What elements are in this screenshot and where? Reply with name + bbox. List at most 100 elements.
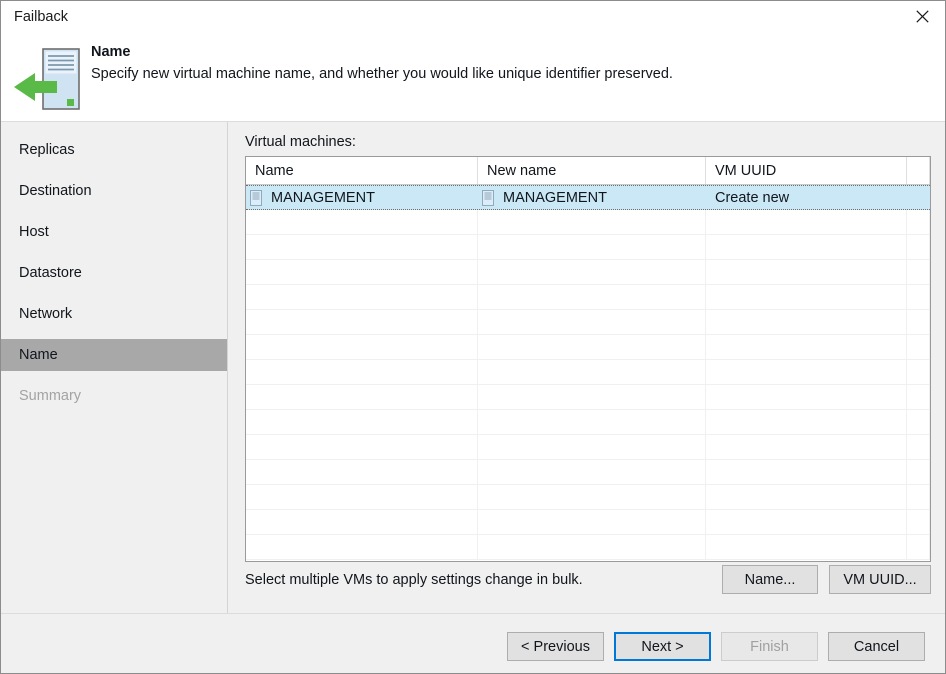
sidebar-item-label: Name [19, 347, 58, 363]
cell-empty [706, 385, 907, 409]
sidebar-item-host[interactable]: Host [1, 216, 227, 248]
sidebar-item-label: Host [19, 224, 49, 240]
cell-empty [246, 235, 478, 259]
page-subtitle: Specify new virtual machine name, and wh… [91, 66, 673, 82]
column-header-new-name[interactable]: New name [478, 157, 706, 184]
cell-text: MANAGEMENT [271, 190, 375, 206]
cell-empty [478, 235, 706, 259]
cell-spacer [907, 186, 930, 210]
cell-empty [706, 360, 907, 384]
virtual-machines-table[interactable]: Name New name VM UUID MANAGEMENT MANAGEMENT… [245, 156, 931, 562]
table-row-empty[interactable] [246, 485, 930, 510]
cell-empty [907, 235, 930, 259]
cell-empty [706, 410, 907, 434]
table-row-empty[interactable] [246, 510, 930, 535]
vm-uuid-button[interactable]: VM UUID... [829, 565, 931, 594]
cell-empty [246, 535, 478, 559]
cell-empty [706, 260, 907, 284]
sidebar-item-destination[interactable]: Destination [1, 175, 227, 207]
cell-empty [907, 410, 930, 434]
bulk-hint-text: Select multiple VMs to apply settings ch… [245, 572, 583, 588]
table-row-empty[interactable] [246, 260, 930, 285]
cell-empty [907, 460, 930, 484]
table-row-empty[interactable] [246, 210, 930, 235]
cell-name: MANAGEMENT [246, 186, 478, 210]
sidebar-item-replicas[interactable]: Replicas [1, 134, 227, 166]
table-row-empty[interactable] [246, 360, 930, 385]
cell-text: MANAGEMENT [503, 190, 607, 206]
cell-empty [478, 435, 706, 459]
sidebar-item-label: Summary [19, 388, 82, 404]
cell-empty [706, 235, 907, 259]
cell-empty [706, 535, 907, 559]
window-title: Failback [14, 9, 68, 25]
cell-empty [246, 385, 478, 409]
cell-empty [246, 485, 478, 509]
cell-empty [478, 210, 706, 234]
cell-empty [907, 285, 930, 309]
previous-button[interactable]: < Previous [507, 632, 604, 661]
page-title: Name [91, 44, 131, 60]
table-row-empty[interactable] [246, 285, 930, 310]
cell-empty [478, 260, 706, 284]
cell-empty [907, 535, 930, 559]
wizard-header: Name Specify new virtual machine name, a… [1, 36, 945, 121]
column-header-name[interactable]: Name [246, 157, 478, 184]
cell-empty [478, 360, 706, 384]
cell-empty [246, 210, 478, 234]
cell-empty [907, 210, 930, 234]
cell-empty [246, 410, 478, 434]
table-row-empty[interactable] [246, 460, 930, 485]
cell-empty [478, 285, 706, 309]
cell-empty [907, 485, 930, 509]
cell-empty [246, 460, 478, 484]
cell-empty [478, 410, 706, 434]
cancel-button[interactable]: Cancel [828, 632, 925, 661]
sidebar-item-label: Destination [19, 183, 92, 199]
column-header-vm-uuid[interactable]: VM UUID [706, 157, 907, 184]
cell-empty [706, 310, 907, 334]
vm-icon [250, 190, 262, 206]
cell-empty [246, 335, 478, 359]
cell-empty [478, 485, 706, 509]
virtual-machines-label: Virtual machines: [245, 134, 356, 150]
sidebar-item-summary: Summary [1, 380, 227, 412]
next-button[interactable]: Next > [614, 632, 711, 661]
cell-empty [246, 435, 478, 459]
table-row-empty[interactable] [246, 410, 930, 435]
wizard-step-sidebar: Replicas Destination Host Datastore Network N… [1, 122, 228, 613]
name-button[interactable]: Name... [722, 565, 818, 594]
title-bar: Failback [1, 1, 945, 36]
table-row-empty[interactable] [246, 335, 930, 360]
failback-wizard-window: Failback Name Specify new virtual machin… [0, 0, 946, 674]
cell-empty [246, 260, 478, 284]
cell-empty [246, 285, 478, 309]
close-glyph [915, 9, 929, 23]
cell-empty [478, 460, 706, 484]
content-pane: Virtual machines: Name New name VM UUID MA… [228, 122, 945, 613]
table-row-empty[interactable] [246, 385, 930, 410]
table-row-empty[interactable] [246, 310, 930, 335]
cell-empty [246, 510, 478, 534]
cell-new-name: MANAGEMENT [478, 186, 706, 210]
sidebar-item-name[interactable]: Name [1, 339, 227, 371]
sidebar-item-label: Network [19, 306, 73, 322]
table-row-empty[interactable] [246, 435, 930, 460]
close-icon[interactable] [899, 1, 945, 31]
column-header-spacer[interactable] [907, 157, 930, 184]
cell-empty [246, 360, 478, 384]
cell-empty [907, 260, 930, 284]
table-row-empty[interactable] [246, 535, 930, 560]
sidebar-item-label: Datastore [19, 265, 82, 281]
cell-empty [907, 385, 930, 409]
cell-empty [907, 435, 930, 459]
table-row[interactable]: MANAGEMENT MANAGEMENT Create new [246, 185, 930, 210]
cell-empty [706, 285, 907, 309]
sidebar-item-network[interactable]: Network [1, 298, 227, 330]
cell-empty [478, 335, 706, 359]
sidebar-item-datastore[interactable]: Datastore [1, 257, 227, 289]
table-row-empty[interactable] [246, 235, 930, 260]
server-failback-icon [11, 45, 89, 115]
table-header-row: Name New name VM UUID [246, 157, 930, 185]
cell-empty [907, 335, 930, 359]
